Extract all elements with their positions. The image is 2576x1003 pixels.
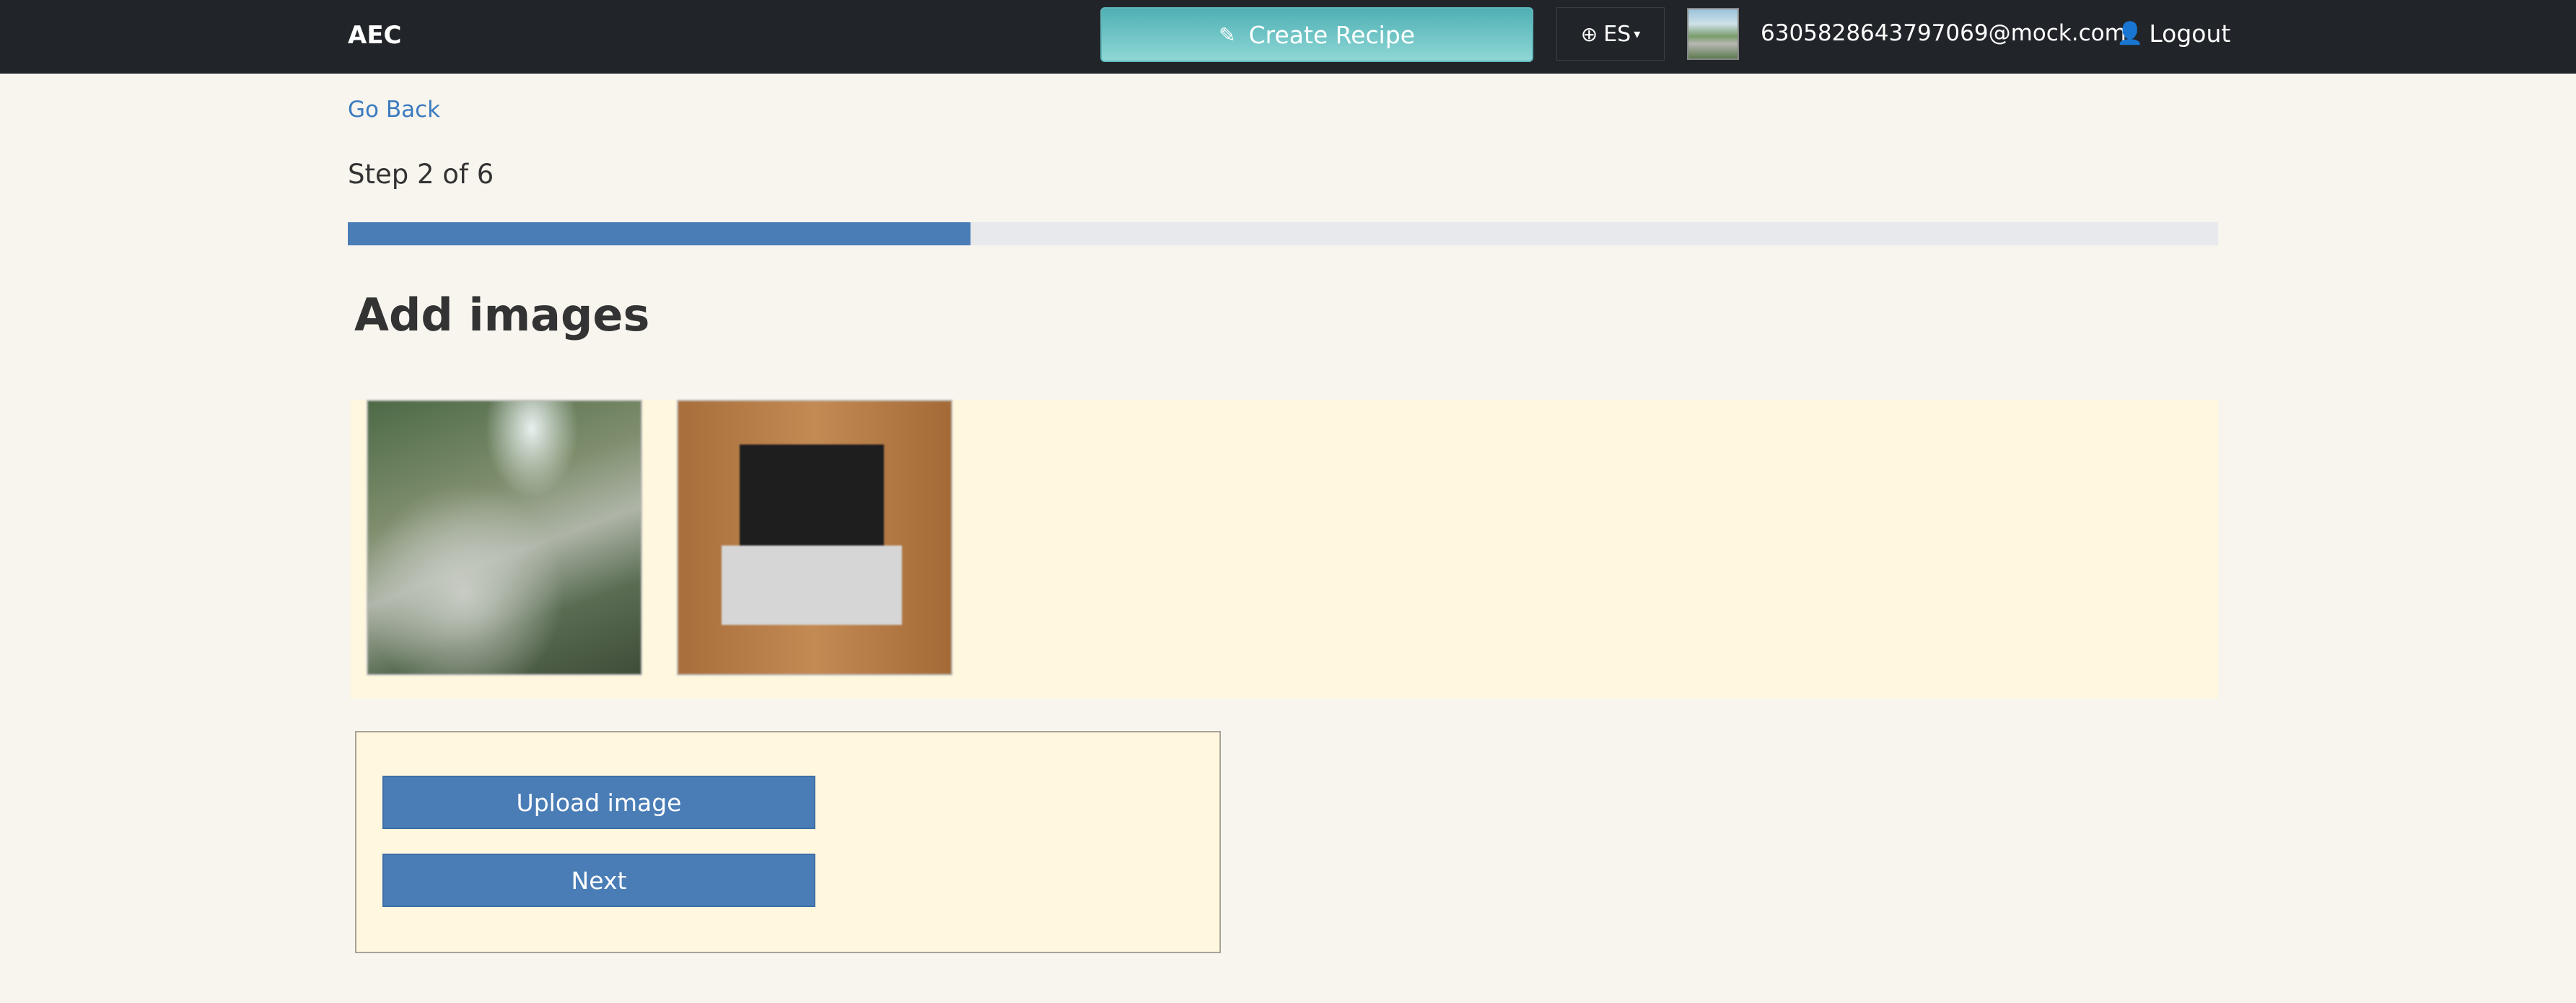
logout-button[interactable]: 👤 Logout [2116,16,2230,52]
go-back-link[interactable]: Go Back [348,97,440,123]
create-recipe-button[interactable]: ✎ Create Recipe [1100,7,1533,62]
image-thumbnail-laptop[interactable] [677,400,952,675]
language-label: ES [1603,21,1631,47]
globe-icon: ⊕ [1580,22,1598,46]
next-button[interactable]: Next [382,854,815,907]
top-navbar: AEC ✎ Create Recipe ⊕ ES ▾ 6305828643797… [0,0,2576,74]
edit-icon: ✎ [1219,22,1236,47]
logout-label: Logout [2149,19,2231,48]
language-dropdown[interactable]: ⊕ ES ▾ [1556,7,1665,61]
brand-logo[interactable]: AEC [348,17,402,53]
avatar[interactable] [1687,8,1739,60]
user-icon: 👤 [2116,21,2144,46]
page-title: Add images [354,289,650,341]
actions-panel: Upload image Next [355,731,1221,953]
image-gallery [351,400,2218,698]
progress-bar [348,222,2218,245]
create-recipe-label: Create Recipe [1248,20,1415,49]
chevron-down-icon: ▾ [1634,26,1641,42]
image-thumbnail-waterfall[interactable] [367,400,642,675]
step-indicator: Step 2 of 6 [348,159,494,190]
upload-image-button[interactable]: Upload image [382,776,815,829]
user-email: 6305828643797069@mock.com [1761,20,2126,46]
progress-bar-fill [348,222,971,245]
